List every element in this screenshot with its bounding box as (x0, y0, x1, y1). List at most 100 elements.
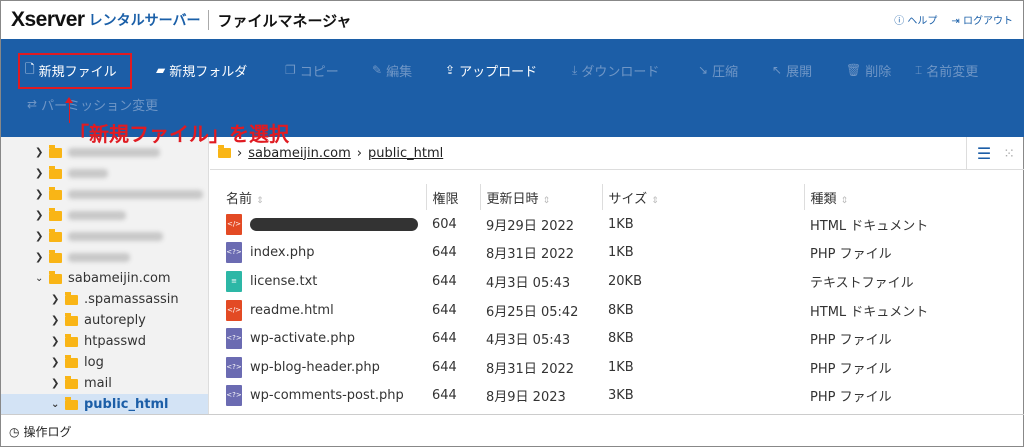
download-icon: ⤓ (572, 62, 578, 77)
chevron-right-icon: ❯ (51, 315, 60, 326)
type-cell: HTML ドキュメント (810, 218, 929, 234)
permission-cell: 644 (432, 388, 457, 404)
rename-button[interactable]: ⌶ 名前変更 (915, 53, 978, 87)
chevron-right-icon: ❯ (51, 378, 60, 389)
tree-item[interactable]: ❯ mail (1, 373, 208, 394)
folder-icon (65, 312, 78, 326)
divider (208, 10, 210, 30)
compress-icon: ↘ (698, 63, 709, 77)
copy-button[interactable]: ❐ コピー (285, 53, 339, 87)
table-row[interactable]: <?> wp-comments-post.php 644 8月9日 2023 3K… (220, 382, 1004, 411)
folder-icon (65, 354, 78, 368)
help-link[interactable]: ⓘ ヘルプ (894, 12, 937, 27)
column-size[interactable]: サイズ ⇕ (601, 184, 804, 210)
folder-icon (218, 145, 231, 158)
chevron-right-icon: ❯ (35, 168, 44, 179)
compress-button[interactable]: ↘ 圧縮 (698, 53, 738, 87)
blurred-label (68, 190, 203, 199)
chevron-right-icon: ❯ (51, 294, 60, 305)
extract-button[interactable]: ↖ 展開 (772, 53, 812, 87)
file-table: 名前 ⇕ 権限 更新日時 ⇕ サイズ ⇕ 種類 ⇕ </> 604 9月29日 … (220, 184, 1004, 410)
column-modified[interactable]: 更新日時 ⇕ (479, 184, 602, 210)
tree-item-domain[interactable]: ⌄ sabameijin.com (1, 268, 208, 289)
delete-button[interactable]: 🗑 削除 (846, 53, 891, 87)
tree-item[interactable]: ❯ (1, 205, 208, 226)
grid-view-icon[interactable]: ⁙ (1003, 146, 1015, 162)
tree-item[interactable]: ❯ autoreply (1, 310, 208, 331)
blurred-label (68, 253, 130, 262)
tree-item[interactable]: ❯ .spamassassin (1, 289, 208, 310)
breadcrumb-separator: › (237, 145, 243, 161)
size-cell: 3KB (608, 388, 634, 404)
edit-button[interactable]: ✎ 編集 (372, 53, 412, 87)
help-icon: ⓘ (894, 16, 905, 27)
list-view-icon[interactable]: ☰ (977, 144, 991, 163)
modified-cell: 8月31日 2022 (486, 361, 575, 377)
folder-icon (49, 270, 62, 284)
column-type[interactable]: 種類 ⇕ (803, 184, 1004, 210)
xserver-logo: Xserver (11, 8, 85, 31)
sort-icon: ⇕ (651, 195, 659, 206)
copy-icon: ❐ (285, 63, 296, 77)
operation-log-bar[interactable]: ◷ 操作ログ (1, 414, 1024, 448)
logout-link[interactable]: ⇥ ログアウト (951, 12, 1013, 27)
folder-icon (65, 333, 78, 347)
chevron-right-icon: ❯ (35, 147, 44, 158)
column-permission[interactable]: 権限 (425, 184, 480, 210)
table-row[interactable]: <?> wp-activate.php 644 4月3日 05:43 8KB PH… (220, 324, 1004, 353)
type-cell: PHP ファイル (810, 247, 892, 263)
modified-cell: 8月31日 2022 (486, 247, 575, 263)
redacted-file-name (250, 217, 418, 231)
chevron-right-icon: ❯ (35, 210, 44, 221)
highlight-box (18, 53, 132, 89)
tree-item[interactable]: ❯ (1, 163, 208, 184)
tree-item[interactable]: ❯ log (1, 352, 208, 373)
breadcrumb-separator: › (356, 145, 362, 161)
file-name: wp-comments-post.php (250, 388, 404, 404)
size-cell: 8KB (608, 302, 634, 318)
new-folder-button[interactable]: ▰ 新規フォルダ (156, 53, 247, 87)
permission-cell: 644 (432, 273, 457, 289)
breadcrumb-item[interactable]: sabameijin.com (248, 146, 351, 161)
table-row[interactable]: </> readme.html 644 6月25日 05:42 8KB HTML … (220, 296, 1004, 325)
table-row[interactable]: </> 604 9月29日 2022 1KB HTML ドキュメント (220, 210, 1004, 239)
modified-cell: 8月9日 2023 (486, 390, 566, 406)
modified-cell: 9月29日 2022 (486, 218, 575, 234)
permission-cell: 644 (432, 359, 457, 375)
tree-item[interactable]: ❯ (1, 226, 208, 247)
permission-cell: 604 (432, 216, 457, 232)
sort-icon: ⇕ (840, 195, 849, 206)
file-list-panel: › sabameijin.com › public_html ☰ ⁙ 名前 ⇕ … (210, 137, 1024, 414)
download-button[interactable]: ⤓ ダウンロード (572, 53, 659, 87)
table-row[interactable]: ≡ license.txt 644 4月3日 05:43 20KB テキストファイ… (220, 267, 1004, 296)
column-name[interactable]: 名前 ⇕ (220, 184, 426, 210)
modified-cell: 6月25日 05:42 (486, 304, 579, 320)
upload-button[interactable]: ⇪ アップロード (445, 53, 537, 87)
file-name: license.txt (250, 273, 318, 289)
permission-cell: 644 (432, 331, 457, 347)
type-cell: PHP ファイル (810, 333, 892, 349)
upload-icon: ⇪ (445, 63, 456, 77)
tree-item[interactable]: ❯ (1, 247, 208, 268)
app-header: Xserver レンタルサーバー ファイルマネージャ ⓘ ヘルプ ⇥ ログアウト (1, 1, 1024, 39)
size-cell: 1KB (608, 216, 634, 232)
tree-item[interactable]: ❯ htpasswd (1, 331, 208, 352)
chevron-down-icon: ⌄ (35, 273, 44, 284)
breadcrumb-item[interactable]: public_html (368, 146, 443, 161)
folder-icon (49, 186, 62, 200)
open-folder-icon (65, 396, 78, 410)
tree-item[interactable]: ❯ (1, 184, 208, 205)
table-row[interactable]: <?> index.php 644 8月31日 2022 1KB PHP ファイル (220, 239, 1004, 268)
table-row[interactable]: <?> wp-blog-header.php 644 8月31日 2022 1KB… (220, 353, 1004, 382)
php-file-icon: <?> (226, 242, 242, 264)
tree-item-selected[interactable]: ⌄ public_html (1, 394, 208, 414)
chevron-right-icon: ❯ (51, 357, 60, 368)
permission-cell: 644 (432, 245, 457, 261)
pencil-icon: ✎ (372, 63, 383, 77)
logo-subtitle: レンタルサーバー (88, 13, 201, 29)
php-file-icon: <?> (226, 385, 242, 407)
txt-file-icon: ≡ (226, 270, 242, 292)
chevron-right-icon: ❯ (35, 252, 44, 263)
modified-cell: 4月3日 05:43 (486, 333, 571, 349)
permission-button[interactable]: ⇄ パーミッション変更 (27, 87, 158, 121)
